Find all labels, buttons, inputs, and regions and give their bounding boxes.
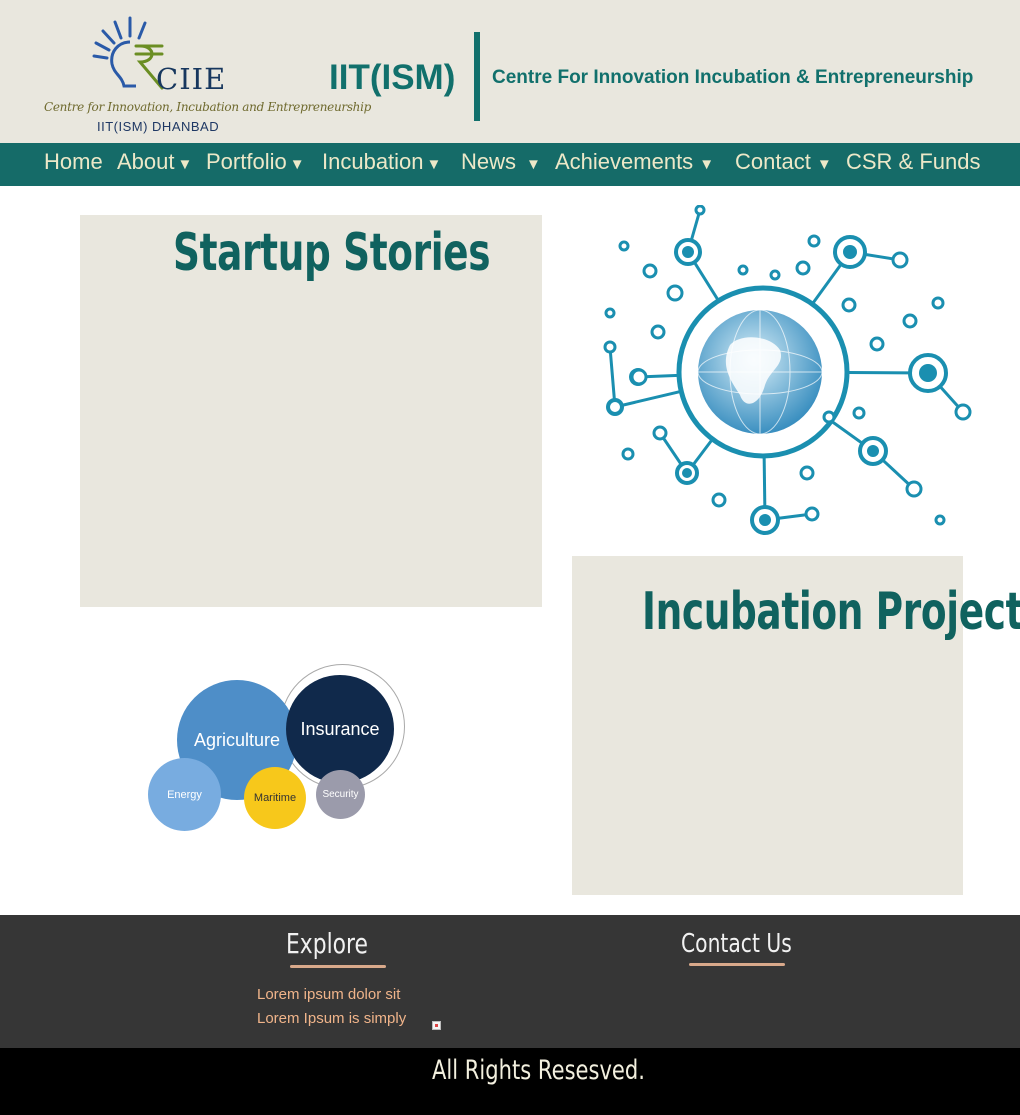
site-footer: Explore Lorem ipsum dolor sit Lorem Ipsu… [0, 915, 1020, 1048]
nav-csr-funds[interactable]: CSR & Funds [846, 149, 984, 179]
bubble-energy[interactable]: Energy [148, 758, 221, 831]
explore-heading: Explore [286, 927, 368, 960]
chevron-down-icon: ▼ [289, 156, 305, 173]
institute-title: IIT(ISM) [329, 58, 456, 97]
ciie-logo[interactable]: CIIE Centre for Innovation, Incubation a… [40, 14, 371, 136]
nav-label: About [117, 149, 175, 174]
nav-label: CSR & Funds [846, 149, 981, 174]
nav-about[interactable]: About ▼ [117, 149, 192, 179]
bubble-maritime[interactable]: Maritime [244, 767, 306, 829]
bubble-security[interactable]: Security [316, 770, 365, 819]
contact-us-heading: Contact Us [681, 929, 792, 959]
chevron-down-icon: ▼ [526, 156, 541, 173]
copyright-text: All Rights Resesved. [432, 1055, 645, 1086]
logo-wordmark: CIIE [156, 62, 227, 96]
nav-label: Incubation [322, 149, 424, 174]
incubation-projects-panel: Incubation Projects [572, 556, 1020, 895]
explore-link[interactable]: Lorem ipsum dolor sit [257, 986, 400, 1003]
nav-achievements[interactable]: Achievements ▼ [555, 149, 714, 179]
chevron-down-icon: ▼ [699, 156, 715, 173]
nav-contact[interactable]: Contact ▼ [735, 149, 832, 179]
logo-subtitle: Centre for Innovation, Incubation and En… [44, 100, 372, 114]
chevron-down-icon: ▼ [426, 156, 442, 173]
institute-tagline: Centre For Innovation Incubation & Entre… [492, 67, 974, 88]
nav-label: Home [44, 149, 103, 174]
nav-label: Portfolio [206, 149, 287, 174]
chevron-down-icon: ▼ [816, 156, 832, 173]
incubation-projects-title: Incubation Projects [642, 582, 1020, 642]
nav-news[interactable]: News ▼ [461, 149, 541, 179]
chevron-down-icon: ▼ [177, 156, 193, 173]
main-nav: Home About ▼ Portfolio ▼ Incubation ▼ News ▼… [0, 143, 1020, 186]
explore-link[interactable]: Lorem Ipsum is simply [257, 1010, 406, 1027]
globe-network-image [603, 205, 972, 535]
nav-incubation[interactable]: Incubation ▼ [322, 149, 441, 179]
startup-stories-panel: Startup Stories [80, 215, 542, 607]
nav-label: Contact [735, 149, 811, 174]
contact-underline [689, 963, 785, 966]
nav-label: News [461, 149, 517, 174]
title-divider [474, 32, 480, 121]
explore-underline [290, 965, 386, 968]
site-header: CIIE Centre for Innovation, Incubation a… [0, 0, 1020, 143]
broken-image-icon [432, 1021, 441, 1030]
nav-home[interactable]: Home [44, 149, 106, 179]
nav-label: Achievements [555, 149, 694, 174]
logo-location: IIT(ISM) DHANBAD [97, 119, 220, 134]
nav-portfolio[interactable]: Portfolio ▼ [206, 149, 305, 179]
bubble-insurance[interactable]: Insurance [286, 675, 394, 783]
startup-stories-title: Startup Stories [173, 223, 491, 283]
